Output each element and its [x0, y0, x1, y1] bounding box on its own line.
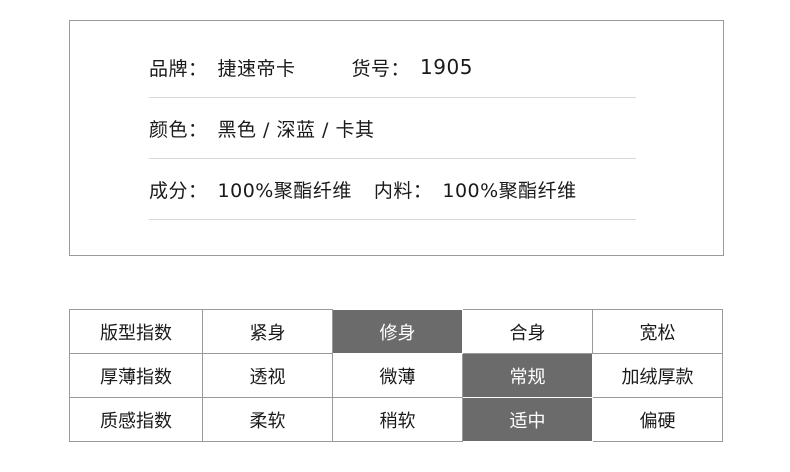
brand-label: 品牌： — [149, 57, 208, 80]
row-title-thickness: 厚薄指数 — [69, 353, 203, 398]
brand-value: 捷速帝卡 — [217, 57, 296, 80]
row-title-fit: 版型指数 — [69, 309, 203, 354]
color-label: 颜色： — [149, 118, 208, 141]
product-info-panel: 品牌： 捷速帝卡 货号： 1905 颜色： 黑色 / 深蓝 / 卡其 成分： 1… — [69, 20, 724, 256]
lining-label: 内料： — [373, 179, 433, 202]
option-cell: 紧身 — [202, 309, 333, 354]
option-cell: 加绒厚款 — [592, 353, 723, 398]
fit-index-table: 版型指数 紧身 修身 合身 宽松 厚薄指数 透视 微薄 常规 加绒厚款 质感指数… — [69, 309, 723, 442]
option-cell: 宽松 — [592, 309, 723, 354]
table-row: 版型指数 紧身 修身 合身 宽松 — [69, 309, 723, 354]
lining-value: 100%聚酯纤维 — [442, 179, 577, 202]
sku-label: 货号： — [351, 57, 411, 80]
option-cell: 微薄 — [332, 353, 463, 398]
info-row-material: 成分： 100%聚酯纤维 内料： 100%聚酯纤维 — [149, 159, 636, 220]
option-cell-selected: 修身 — [332, 309, 463, 354]
option-cell: 稍软 — [332, 397, 463, 442]
row-title-texture: 质感指数 — [69, 397, 203, 442]
color-value: 黑色 / 深蓝 / 卡其 — [217, 118, 375, 141]
option-cell: 柔软 — [202, 397, 333, 442]
option-cell: 合身 — [462, 309, 593, 354]
option-cell: 偏硬 — [592, 397, 723, 442]
info-row-color: 颜色： 黑色 / 深蓝 / 卡其 — [149, 98, 636, 159]
option-cell-selected: 常规 — [462, 353, 593, 398]
sku-value: 1905 — [420, 55, 473, 79]
option-cell-selected: 适中 — [462, 397, 593, 442]
option-cell: 透视 — [202, 353, 333, 398]
info-row-brand: 品牌： 捷速帝卡 货号： 1905 — [149, 37, 636, 98]
table-row: 质感指数 柔软 稍软 适中 偏硬 — [69, 397, 723, 442]
material-value: 100%聚酯纤维 — [217, 179, 352, 202]
table-row: 厚薄指数 透视 微薄 常规 加绒厚款 — [69, 353, 723, 398]
material-label: 成分： — [149, 179, 208, 202]
